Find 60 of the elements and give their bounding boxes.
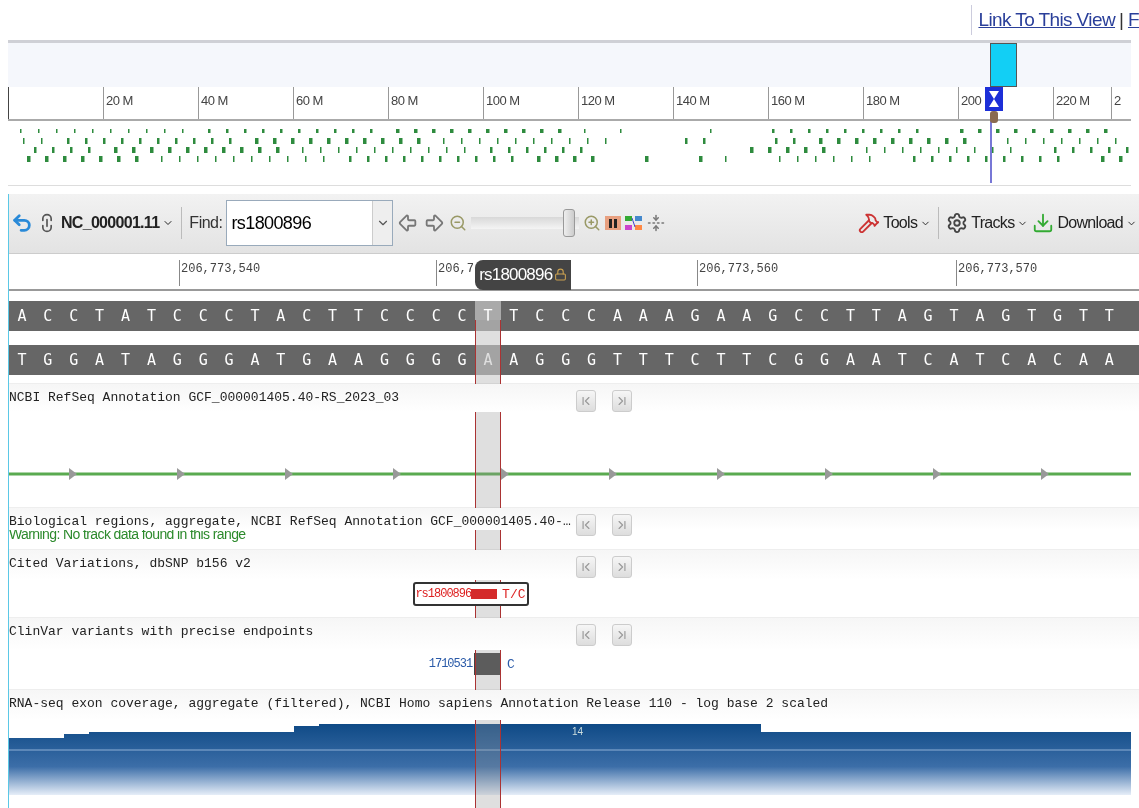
axis-label: 80 M bbox=[388, 87, 483, 119]
axis-label: 120 M bbox=[578, 87, 673, 119]
collapse-icon[interactable] bbox=[647, 214, 666, 233]
sequence-selector[interactable]: NC_000001.11 bbox=[61, 214, 175, 233]
allele-text: T/C bbox=[501, 586, 527, 602]
axis-label: 220 M bbox=[1053, 87, 1111, 119]
header-link[interactable]: F bbox=[1128, 9, 1139, 31]
track-title: Cited Variations, dbSNP b156 v2 bbox=[9, 555, 252, 572]
slider-thumb[interactable] bbox=[562, 209, 575, 238]
previous-feature-button[interactable] bbox=[576, 514, 596, 537]
peak-value: 14 bbox=[572, 726, 584, 737]
ruler-label: 206,773,540 bbox=[179, 260, 261, 286]
lock-icon bbox=[554, 268, 568, 282]
viewport-marker[interactable] bbox=[990, 43, 1017, 87]
previous-feature-button[interactable] bbox=[576, 390, 596, 413]
next-feature-button[interactable] bbox=[612, 514, 632, 537]
undo-icon[interactable] bbox=[11, 212, 33, 235]
find-label: Find: bbox=[189, 214, 223, 233]
hammer-icon bbox=[858, 212, 881, 235]
link-separator: | bbox=[1119, 9, 1124, 31]
variant-id: rs1800896 bbox=[415, 587, 472, 602]
menu-button[interactable]: Tools bbox=[858, 212, 932, 235]
variant-feature[interactable]: rs1800896 T/C bbox=[413, 582, 530, 607]
next-feature-button[interactable] bbox=[612, 390, 632, 413]
next-feature-button[interactable] bbox=[612, 624, 632, 647]
track-title: NCBI RefSeq Annotation GCF_000001405.40-RS_2023_03 bbox=[9, 389, 401, 406]
axis-label: 140 M bbox=[673, 87, 768, 119]
ruler-label: 206,7 bbox=[436, 260, 474, 286]
sequence-colors-icon[interactable] bbox=[605, 214, 622, 233]
header-link[interactable]: Link To This View bbox=[978, 9, 1116, 31]
forward-strand: A C C T A T C C C T A C T T C C C C T T C C C A A A G A A G C C T T A G T A G T G T T bbox=[9, 301, 1139, 332]
previous-feature-button[interactable] bbox=[576, 624, 596, 647]
variant-marker[interactable]: rs1800896 bbox=[475, 260, 572, 290]
track-title: ClinVar variants with precise endpoints bbox=[9, 623, 315, 640]
ruler-label: 206,773,560 bbox=[697, 260, 779, 286]
variant-id: 1710531 bbox=[427, 657, 473, 672]
track-title: RNA-seq exon coverage, aggregate (filtered), NCBI Homo sapiens Annotation Release 110 - log base 2 scaled bbox=[9, 695, 829, 711]
variant-bar bbox=[471, 589, 498, 600]
gear-icon bbox=[946, 212, 969, 235]
axis-label: 100 M bbox=[483, 87, 578, 119]
find-box[interactable]: rs1800896 bbox=[226, 200, 394, 247]
zoom-out-icon[interactable] bbox=[449, 214, 468, 233]
axis-label: 20 M bbox=[103, 87, 198, 119]
axis-label: 60 M bbox=[293, 87, 388, 119]
reverse-strand: T G G A T A G G G A T G A A G G G G A A G G G T T T C T T C G G A A T C A T C A C A A bbox=[9, 345, 1139, 376]
previous-feature-button[interactable] bbox=[576, 556, 596, 579]
ruler-label: 206,773,570 bbox=[956, 260, 1038, 286]
axis-label: 180 M bbox=[863, 87, 958, 119]
next-feature-button[interactable] bbox=[612, 556, 632, 579]
axis-label: 160 M bbox=[768, 87, 863, 119]
menu-button[interactable]: Tracks bbox=[946, 212, 1029, 235]
dropdown-button[interactable] bbox=[372, 201, 393, 246]
variant-bar[interactable] bbox=[474, 653, 501, 676]
axis-label: 2 bbox=[1111, 87, 1131, 119]
axis-tick bbox=[8, 87, 9, 119]
download-icon bbox=[1032, 212, 1055, 235]
menu-button[interactable]: Download bbox=[1032, 212, 1137, 235]
allele-text: C bbox=[506, 656, 516, 672]
axis-label: 40 M bbox=[198, 87, 293, 119]
track-title: Biological regions, aggregate, NCBI RefSeq Annotation GCF_000001405.40-… bbox=[9, 513, 572, 530]
